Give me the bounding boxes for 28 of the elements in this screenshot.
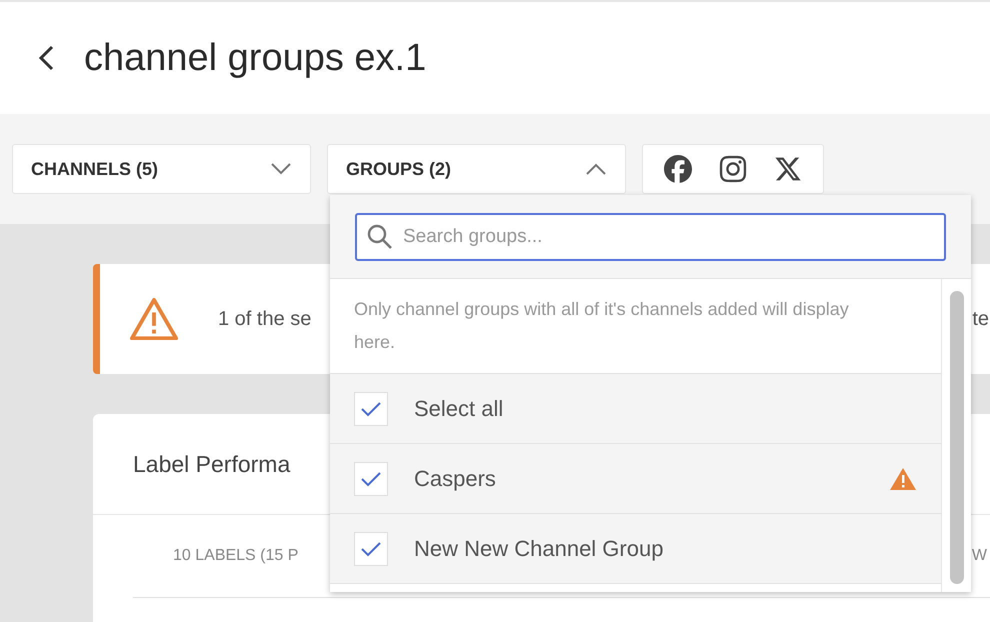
search-icon — [367, 224, 393, 250]
scrollbar-thumb[interactable] — [950, 291, 964, 584]
chevron-down-icon — [270, 163, 292, 175]
back-icon[interactable] — [38, 45, 54, 71]
filter-dropdown[interactable]: CHANNELS (5) — [12, 144, 311, 194]
x-logo-icon[interactable] — [774, 155, 802, 183]
warning-icon — [889, 466, 917, 490]
card-title: Label Performa — [133, 450, 290, 478]
labels-summary: 10 LABELS (15 P — [173, 547, 298, 565]
column-header: W — [972, 547, 988, 565]
group-option[interactable]: Select all — [330, 374, 941, 444]
alert-text: 1 of the se — [218, 308, 312, 330]
warning-icon — [130, 298, 178, 340]
filter-dropdown[interactable]: GROUPS (2) — [327, 144, 626, 194]
group-option[interactable]: Caspers — [330, 444, 941, 514]
facebook-icon[interactable] — [664, 155, 692, 183]
instagram-icon[interactable] — [718, 154, 748, 184]
check-icon — [360, 400, 382, 416]
check-icon — [360, 470, 382, 486]
page-title: channel groups ex.1 — [84, 36, 426, 80]
checkbox[interactable] — [354, 392, 388, 426]
checkbox[interactable] — [354, 462, 388, 496]
search-field[interactable]: Search groups... — [355, 212, 946, 260]
checkbox[interactable] — [354, 532, 388, 566]
check-icon — [360, 540, 382, 556]
alert-text: te — [972, 308, 990, 330]
chevron-up-icon — [585, 163, 607, 175]
group-option[interactable]: New New Channel Group — [330, 514, 941, 584]
